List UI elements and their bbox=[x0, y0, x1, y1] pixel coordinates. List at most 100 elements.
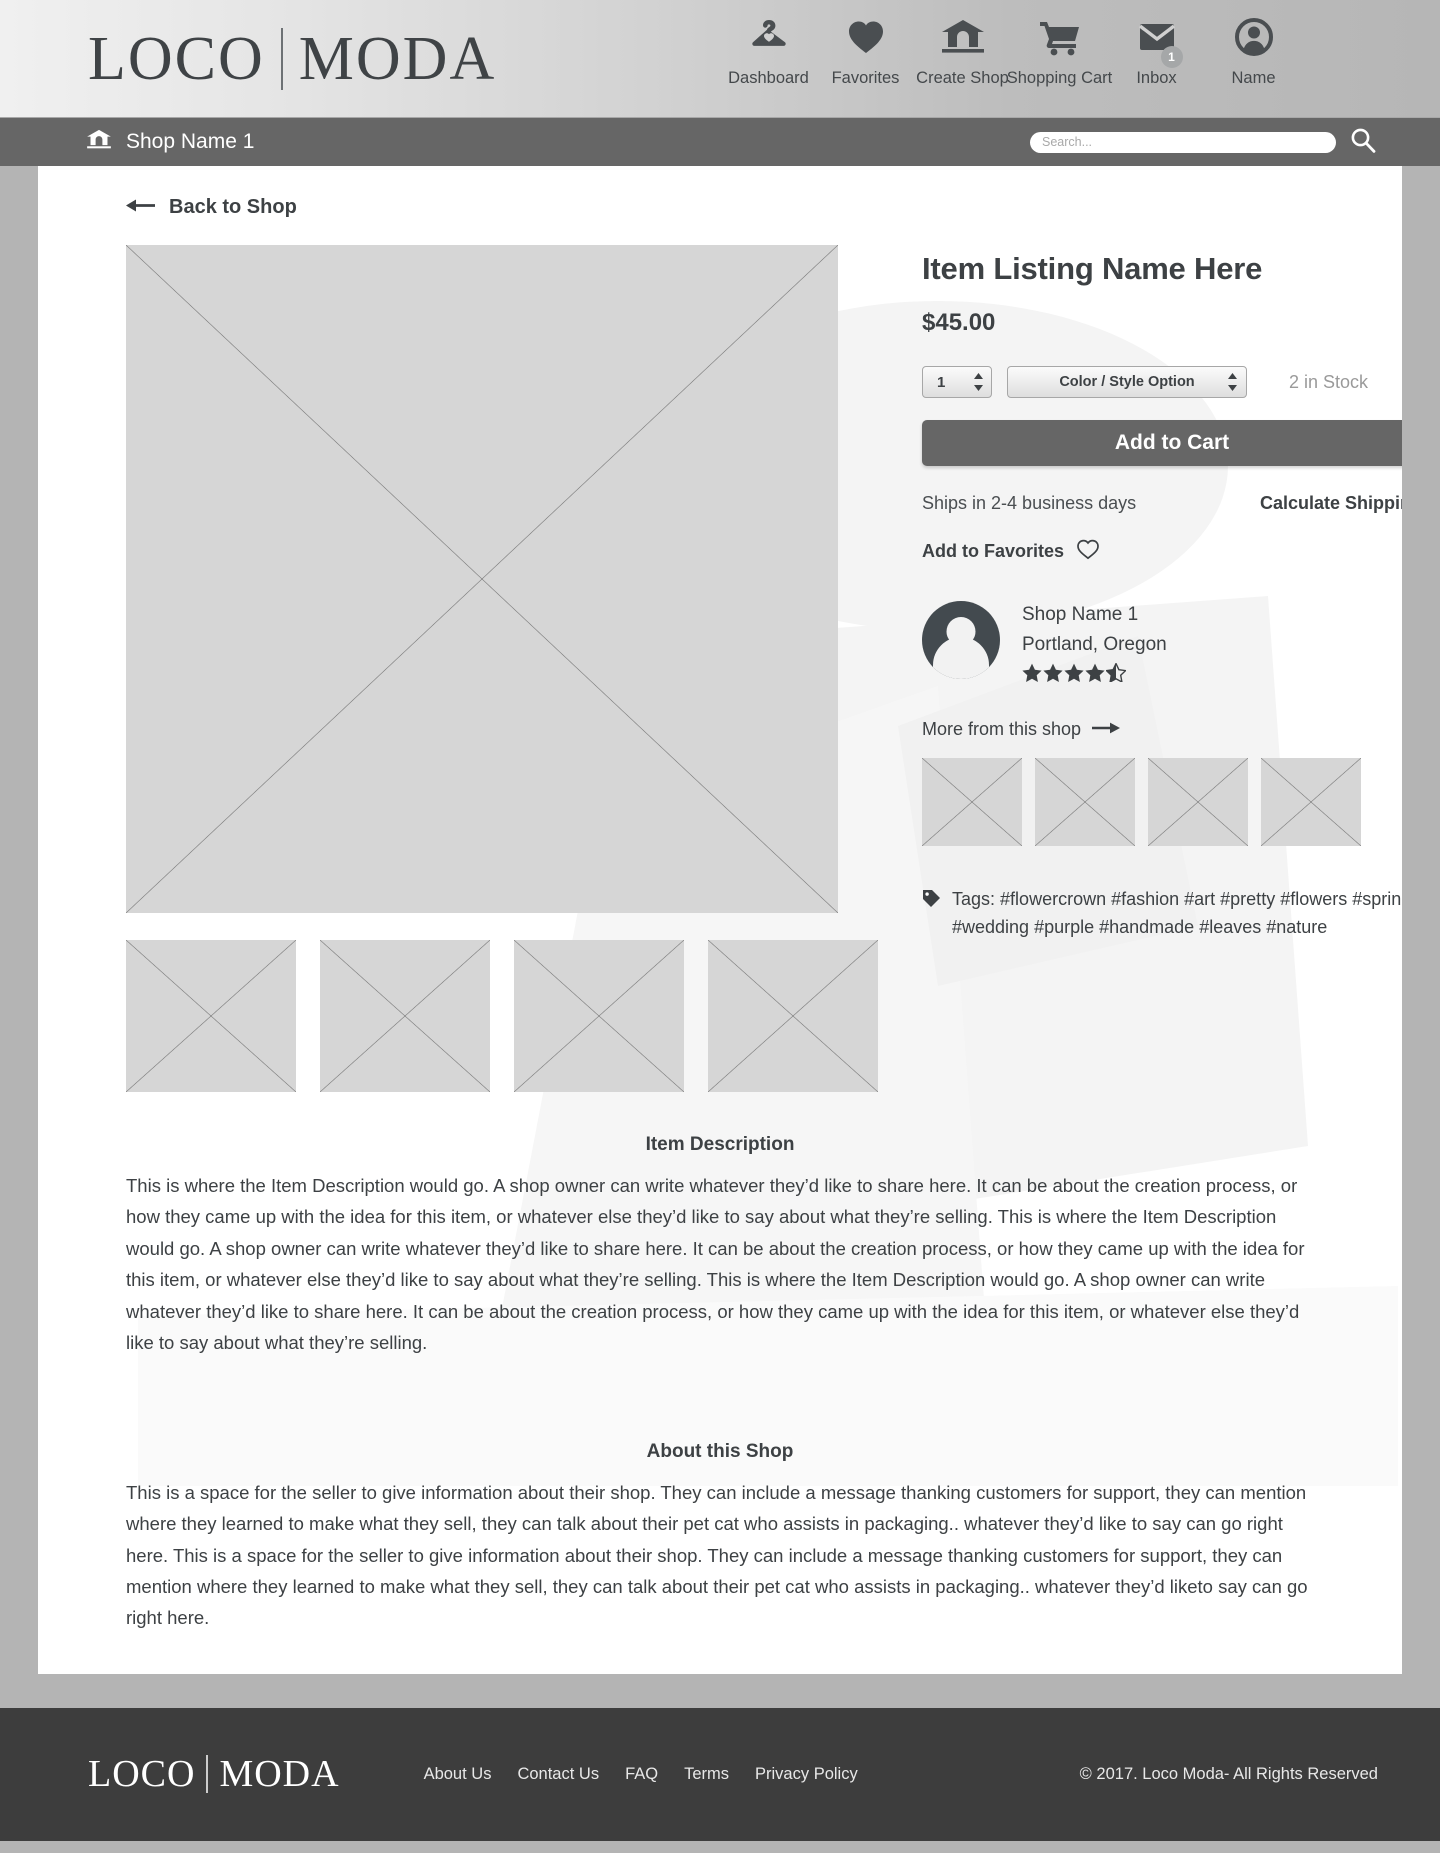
search-icon[interactable] bbox=[1350, 127, 1376, 158]
shop-info-meta: Shop Name 1 Portland, Oregon bbox=[1022, 601, 1167, 683]
search-input[interactable] bbox=[1030, 131, 1336, 153]
main-product-image[interactable] bbox=[126, 245, 838, 913]
footer-copyright: © 2017. Loco Moda- All Rights Reserved bbox=[1079, 1764, 1378, 1783]
footer-link-privacy-policy[interactable]: Privacy Policy bbox=[755, 1765, 858, 1784]
gallery-thumbnail[interactable] bbox=[708, 940, 878, 1092]
shop-item-thumbnail[interactable] bbox=[922, 758, 1022, 846]
primary-nav: Dashboard Favorites Create Shop Shopping… bbox=[720, 8, 1302, 88]
item-description-body: This is where the Item Description would… bbox=[126, 1175, 1305, 1354]
stepper-arrows-icon bbox=[973, 372, 984, 392]
brand-logo[interactable]: LOCO MODA bbox=[88, 24, 497, 93]
more-from-shop-link[interactable]: More from this shop bbox=[922, 719, 1121, 740]
color-style-select[interactable]: Color / Style Option bbox=[1007, 366, 1247, 398]
shop-item-thumbnail[interactable] bbox=[1035, 758, 1135, 846]
more-from-shop-label: More from this shop bbox=[922, 719, 1082, 739]
footer-brand-divider bbox=[206, 1755, 209, 1794]
about-shop-section: About this Shop This is a space for the … bbox=[38, 1441, 1402, 1634]
stock-status: 2 in Stock bbox=[1289, 371, 1369, 392]
product-price: $45.00 bbox=[922, 309, 996, 336]
footer-brand-word-2: MODA bbox=[219, 1753, 340, 1796]
nav-label-inbox: Inbox bbox=[1136, 69, 1177, 87]
user-avatar-icon bbox=[1232, 8, 1276, 66]
footer-links: About Us Contact Us FAQ Terms Privacy Po… bbox=[424, 1765, 858, 1784]
heart-outline-icon bbox=[1076, 538, 1100, 565]
gallery-thumbnail[interactable] bbox=[126, 940, 296, 1092]
footer-link-terms[interactable]: Terms bbox=[684, 1765, 729, 1784]
avatar bbox=[922, 601, 1000, 679]
footer-brand-logo[interactable]: LOCO MODA bbox=[88, 1752, 340, 1796]
status-badge bbox=[1022, 663, 1167, 683]
add-to-favorites-label: Add to Favorites bbox=[922, 541, 1065, 561]
add-to-favorites-button[interactable]: Add to Favorites bbox=[922, 538, 1100, 565]
nav-label-shopping-cart: Shopping Cart bbox=[1006, 69, 1113, 87]
product-gallery bbox=[126, 245, 878, 1092]
footer-link-faq[interactable]: FAQ bbox=[625, 1765, 658, 1784]
nav-item-shopping-cart[interactable]: Shopping Cart bbox=[1007, 8, 1112, 88]
nav-item-favorites[interactable]: Favorites bbox=[817, 8, 914, 88]
inbox-badge-count: 1 bbox=[1160, 46, 1183, 68]
stepper-arrows-icon bbox=[1227, 372, 1238, 392]
thumbnail-strip bbox=[126, 940, 878, 1092]
search-area bbox=[1030, 127, 1376, 158]
hanger-icon bbox=[747, 8, 791, 66]
item-description-section: Item Description This is where the Item … bbox=[38, 1134, 1402, 1359]
back-to-shop-link[interactable]: Back to Shop bbox=[126, 196, 297, 219]
gallery-thumbnail[interactable] bbox=[514, 940, 684, 1092]
nav-item-account[interactable]: Name bbox=[1205, 8, 1302, 88]
arrow-left-icon bbox=[126, 196, 156, 219]
tags-block: Tags: #flowercrown #fashion #art #pretty… bbox=[922, 885, 1402, 942]
about-shop-title: About this Shop bbox=[646, 1440, 794, 1462]
shop-house-icon bbox=[86, 127, 112, 158]
tags-text[interactable]: Tags: #flowercrown #fashion #art #pretty… bbox=[952, 885, 1402, 942]
nav-label-account: Name bbox=[1231, 69, 1276, 87]
shop-info-location: Portland, Oregon bbox=[1022, 634, 1167, 655]
avatar-body bbox=[933, 637, 989, 679]
brand-divider bbox=[280, 27, 283, 90]
quantity-value: 1 bbox=[937, 373, 946, 391]
shipping-row: Ships in 2-4 business days Calculate Shi… bbox=[922, 493, 1402, 514]
shopping-cart-icon bbox=[1037, 8, 1083, 66]
nav-label-create-shop: Create Shop bbox=[916, 69, 1009, 87]
tags-label: Tags: bbox=[952, 889, 996, 909]
shop-item-thumbnail[interactable] bbox=[1261, 758, 1361, 846]
product-main-row: Item Listing Name Here $45.00 1 Color / … bbox=[38, 245, 1402, 1092]
nav-item-create-shop[interactable]: Create Shop bbox=[914, 8, 1011, 88]
page-card: Back to Shop Item Listing Name Here $45.… bbox=[38, 166, 1402, 1674]
product-options-row: 1 Color / Style Option 2 in Stock bbox=[922, 366, 1402, 398]
envelope-icon: 1 bbox=[1135, 8, 1183, 68]
brand-word-2: MODA bbox=[298, 24, 497, 93]
footer-link-contact-us[interactable]: Contact Us bbox=[517, 1765, 599, 1784]
top-header: LOCO MODA Dashboard Favorites Create Sho… bbox=[0, 0, 1440, 118]
gallery-thumbnail[interactable] bbox=[320, 940, 490, 1092]
nav-label-dashboard: Dashboard bbox=[728, 69, 809, 87]
product-details: Item Listing Name Here $45.00 1 Color / … bbox=[922, 245, 1402, 1092]
quantity-stepper[interactable]: 1 bbox=[922, 366, 992, 398]
shop-bar: Shop Name 1 bbox=[0, 118, 1440, 166]
about-shop-body: This is a space for the seller to give i… bbox=[126, 1481, 1308, 1629]
heart-icon bbox=[844, 8, 888, 66]
shop-house-icon bbox=[940, 8, 986, 66]
shop-info-name: Shop Name 1 bbox=[1022, 604, 1139, 625]
calculate-shipping-link[interactable]: Calculate Shipping bbox=[1260, 493, 1402, 514]
footer-brand-word-1: LOCO bbox=[88, 1753, 196, 1796]
tags-list: #flowercrown #fashion #art #pretty #flow… bbox=[952, 889, 1402, 938]
color-style-select-label: Color / Style Option bbox=[1059, 374, 1195, 390]
page-title: Item Listing Name Here bbox=[922, 251, 1263, 286]
nav-label-favorites: Favorites bbox=[831, 69, 900, 87]
arrow-right-icon bbox=[1092, 719, 1121, 740]
back-to-shop-label: Back to Shop bbox=[169, 196, 297, 218]
shop-item-thumbnail[interactable] bbox=[1148, 758, 1248, 846]
shipping-estimate: Ships in 2-4 business days bbox=[922, 493, 1137, 513]
item-description-title: Item Description bbox=[645, 1134, 795, 1155]
shop-bar-name[interactable]: Shop Name 1 bbox=[86, 127, 254, 158]
star-rating-icon bbox=[1022, 663, 1126, 682]
more-from-shop-thumbnails bbox=[922, 758, 1402, 846]
nav-item-inbox[interactable]: 1 Inbox bbox=[1108, 8, 1205, 88]
shop-info-card[interactable]: Shop Name 1 Portland, Oregon bbox=[922, 601, 1402, 683]
add-to-cart-button[interactable]: Add to Cart bbox=[922, 420, 1402, 466]
footer-link-about-us[interactable]: About Us bbox=[424, 1765, 492, 1784]
brand-word-1: LOCO bbox=[88, 24, 265, 93]
tag-icon bbox=[922, 885, 941, 942]
nav-item-dashboard[interactable]: Dashboard bbox=[720, 8, 817, 88]
